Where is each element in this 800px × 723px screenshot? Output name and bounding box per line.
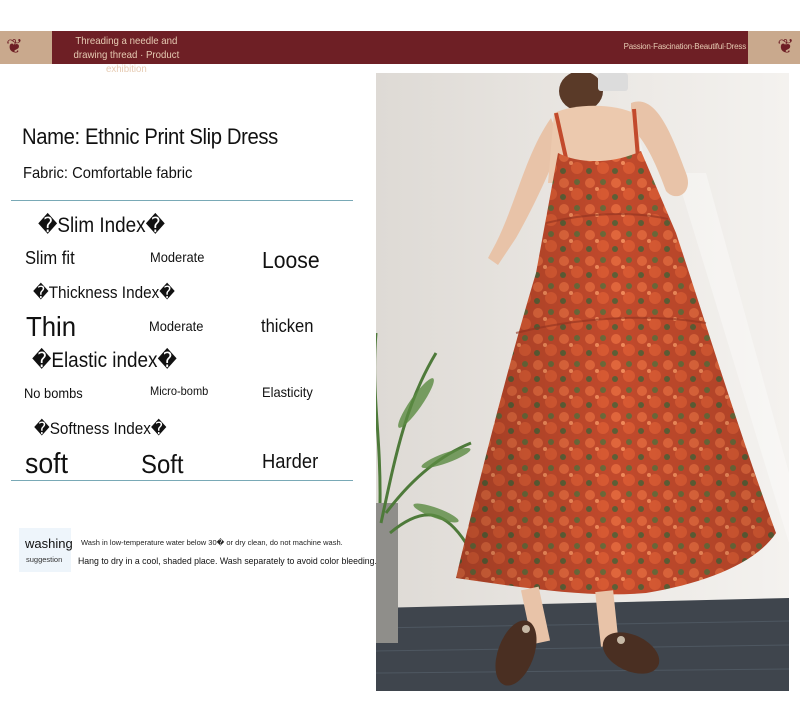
banner-slogan: Passion·Fascination·Beautiful·Dress [623, 42, 747, 51]
product-photo [376, 73, 789, 691]
header-banner: ❦ Threading a needle and drawing thread … [0, 31, 800, 75]
thickness-option-thin: Thin [26, 311, 77, 342]
washing-sublabel: suggestion [26, 555, 63, 564]
washing-instruction-2: Hang to dry in a cool, shaded place. Was… [78, 556, 377, 567]
thickness-index-title: �Thickness Index� [33, 283, 175, 302]
product-name: Name: Ethnic Print Slip Dress [22, 124, 278, 149]
softness-option-soft-lower: soft [25, 448, 69, 480]
washing-instruction-1: Wash in low-temperature water below 30� … [81, 538, 343, 547]
model-dress-illustration [376, 73, 789, 691]
slim-index-title: �Slim Index� [38, 214, 165, 237]
product-fabric: Fabric: Comfortable fabric [23, 165, 193, 182]
elastic-option-elasticity: Elasticity [262, 384, 313, 400]
banner-tagline: Threading a needle and drawing thread · … [73, 35, 180, 75]
divider-top [11, 200, 353, 201]
elastic-option-no-bombs: No bombs [24, 385, 83, 401]
softness-option-soft: Soft [141, 449, 184, 479]
flourish-icon: ❦ [777, 36, 794, 58]
elastic-index-title: �Elastic index� [32, 349, 177, 372]
slim-option-loose: Loose [262, 247, 320, 273]
thickness-option-moderate: Moderate [149, 318, 204, 334]
divider-bottom [11, 480, 353, 481]
flourish-icon: ❦ [6, 36, 23, 58]
right-ornament: ❦ [748, 31, 800, 64]
softness-index-title: �Softness Index� [34, 419, 167, 438]
softness-option-harder: Harder [262, 451, 319, 473]
slim-option-slim-fit: Slim fit [25, 248, 75, 268]
elastic-option-micro-bomb: Micro-bomb [150, 384, 209, 398]
thickness-option-thicken: thicken [261, 316, 314, 336]
washing-label: washing [25, 536, 73, 551]
left-ornament: ❦ [0, 31, 52, 64]
slim-option-moderate: Moderate [150, 249, 205, 265]
